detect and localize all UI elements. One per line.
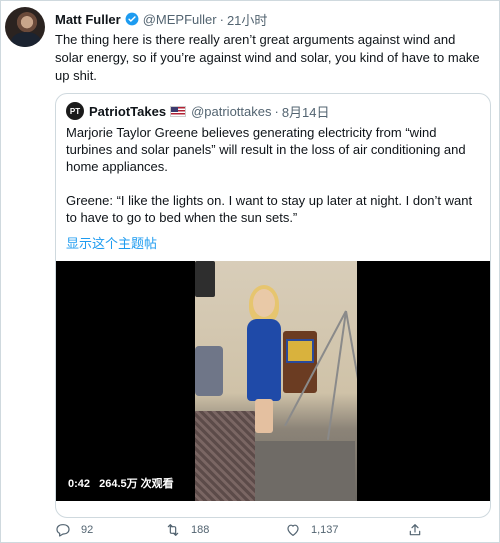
video-view-count: 264.5万 次观看 <box>99 478 174 490</box>
like-button[interactable]: 1,137 <box>285 522 339 538</box>
podium-sign <box>286 339 314 363</box>
show-thread-link[interactable]: 显示这个主题帖 <box>66 233 157 252</box>
tweet-text: The thing here is there really aren’t gr… <box>55 32 480 83</box>
retweet-button[interactable]: 188 <box>165 522 209 538</box>
quoted-author-name: PatriotTakes <box>89 103 167 119</box>
retweet-icon <box>167 524 179 536</box>
tripod-leg <box>345 310 357 440</box>
tripod-leg <box>326 310 347 440</box>
speaker <box>195 261 215 297</box>
tweet-card: Matt Fuller @MEPFuller · 21小时 The thing … <box>0 0 500 543</box>
quoted-avatar: PT <box>66 102 84 120</box>
speaker-legs <box>255 399 273 433</box>
quoted-tweet-header: PT PatriotTakes @patriottakes · 8月14日 <box>66 102 330 120</box>
verified-badge-icon <box>125 12 139 26</box>
like-count: 1,137 <box>311 524 339 536</box>
avatar[interactable] <box>5 7 45 47</box>
quoted-tweet-text: Marjorie Taylor Greene believes generati… <box>66 124 484 243</box>
author-handle[interactable]: @MEPFuller <box>143 12 217 27</box>
video-player[interactable]: 0:42 264.5万 次观看 <box>56 261 490 501</box>
separator-dot: · <box>274 103 279 119</box>
quoted-author-handle: @patriottakes <box>191 103 272 119</box>
tweet-header: Matt Fuller @MEPFuller · 21小时 <box>55 10 267 28</box>
speaker-head <box>253 289 275 317</box>
video-frame <box>195 261 357 501</box>
author-name[interactable]: Matt Fuller <box>55 12 121 27</box>
quoted-paragraph: Marjorie Taylor Greene believes generati… <box>66 125 466 174</box>
quoted-timestamp: 8月14日 <box>281 104 330 120</box>
share-button[interactable] <box>407 522 433 538</box>
speaker-dress <box>247 319 281 401</box>
tweet-timestamp[interactable]: 21小时 <box>227 10 267 29</box>
couch <box>195 411 255 501</box>
quoted-paragraph: Greene: “I like the lights on. I want to… <box>66 193 473 225</box>
reply-button[interactable]: 92 <box>55 522 93 538</box>
quoted-tweet[interactable]: PT PatriotTakes @patriottakes · 8月14日 Ma… <box>55 93 491 518</box>
video-stats: 0:42 264.5万 次观看 <box>68 475 180 491</box>
action-bar: 92 188 1,137 <box>55 521 475 539</box>
retweet-count: 188 <box>191 524 210 536</box>
chair <box>195 346 223 396</box>
separator-dot: · <box>219 11 224 27</box>
reply-icon <box>56 524 70 537</box>
share-icon <box>409 524 421 536</box>
heart-icon <box>287 524 299 536</box>
video-duration: 0:42 <box>68 478 91 490</box>
reply-count: 92 <box>81 524 94 536</box>
us-flag-icon <box>170 105 187 117</box>
